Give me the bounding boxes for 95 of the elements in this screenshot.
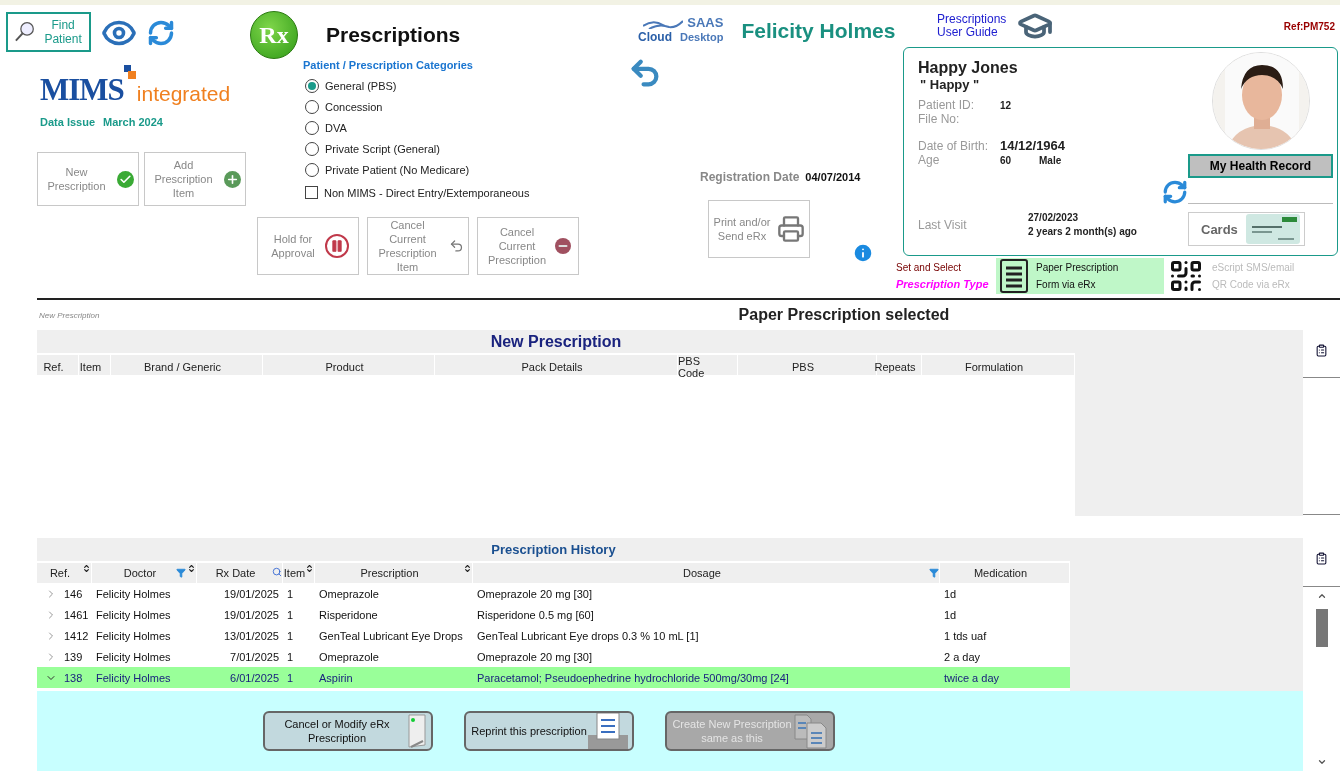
table-cell-text: Omeprazole 20 mg [30] [476,650,593,663]
patient-name: Happy Jones [918,59,1019,77]
table-cell-text: 6/01/2025 [229,671,280,684]
table-cell-text: twice a day [943,671,1001,684]
table-cell-text: Felicity Holmes [95,650,172,663]
table-cell-text: Felicity Holmes [95,587,172,600]
logo-text: integrated [136,82,231,106]
column-header: Pack Details [435,355,678,379]
registration-date: 04/07/2014 [805,171,861,183]
prompt-text: Set and Select [896,261,963,275]
print-button[interactable]: Print and/or Send eRx [708,200,810,258]
table-cell-text: 19/01/2025 [222,608,280,621]
data-issue-date: March 2024 [103,116,163,128]
table-cell-text: 1 [286,608,295,621]
page-title: Prescriptions [326,23,461,47]
field-label: Date of Birth: [918,139,990,153]
field-label: File No: [918,112,961,126]
table-cell-text: 19/01/2025 [222,587,280,600]
table-cell-text: 1 tds uaf [943,629,988,642]
prescription-type-option[interactable]: Paper Prescription Form via eRx [996,258,1164,294]
logo-text: Cloud [638,30,672,44]
rx-logo: Rx [250,11,298,59]
table-cell-text: 1 [286,587,295,600]
toolbar-button[interactable]: Cancel Current Prescription Item [367,217,469,275]
table-cell-text: Felicity Holmes [95,629,172,642]
table-cell-text: Risperidone [318,608,379,621]
categories-title: Patient / Prescription Categories [303,59,474,71]
table-cell-text: 1 [286,671,295,684]
logo-text: Desktop [680,31,724,43]
field-value: 12 [1000,100,1012,111]
table-cell-text: 1 [286,629,295,642]
table-row[interactable]: 138 Felicity Holmes 6/01/2025 1 Aspirin Paracetamol; Pseudoephedrine hydrochloride 500mg/30mg [24] twice a day [37,667,1070,688]
logo-text: SAAS [687,15,724,30]
table-cell-text: 1 [286,650,295,663]
toolbar-button[interactable]: Add Prescription Item [144,152,246,206]
radio-label: Private Patient (No Medicare) [325,163,470,176]
radio-label: DVA [325,121,347,134]
table-cell-text: 1d [943,608,958,621]
table-cell-text: 13/01/2025 [222,629,280,642]
column-header: Product [263,355,435,379]
field-value: 14/12/1964 [1000,138,1066,153]
section-label: New Prescription [39,310,101,320]
field-value: 60 [1000,155,1013,166]
toolbar-button[interactable]: Hold for Approval [257,217,359,275]
column-header: Brand / Generic [111,355,263,379]
table-cell: 138 [64,671,83,684]
table-cell-text: Felicity Holmes [95,608,172,621]
table-cell-text: Aspirin [318,671,354,684]
cards-button[interactable]: Cards [1188,212,1305,246]
column-header: Repeats [877,355,922,379]
field-label: Age [918,153,941,167]
radio-label: Private Script (General) [325,142,440,155]
table-cell-text: Omeprazole [318,587,380,600]
checkbox-label: Non MIMS - Direct Entry/Extemporaneous [324,186,530,199]
field-value: 27/02/2023 [1028,211,1080,225]
table-cell: 139 [64,650,83,663]
table-cell-text: Risperidone 0.5 mg [60] [476,608,595,621]
row-action-button[interactable]: Cancel or Modify eRx Prescription [263,711,433,751]
table-cell-text: GenTeal Lubricant Eye Drops [318,629,464,642]
field-value: 2 years 2 month(s) ago [1028,225,1137,239]
column-header: Ref. [37,355,79,379]
table-cell-text: Omeprazole 20 mg [30] [476,587,593,600]
patient-nickname: " Happy " [920,77,981,92]
doctor-name: Felicity Holmes [741,18,896,43]
field-label: Patient ID: [918,98,976,112]
row-action-button[interactable]: Reprint this prescription [464,711,634,751]
table-cell-text: Paracetamol; Pseudoephedrine hydrochloride 500mg/30mg [24] [476,671,790,684]
logo-text: MIMS [40,72,124,108]
table-cell: 1461 [64,608,89,621]
table-title: Prescription History [490,541,617,559]
table-cell-text: Felicity Holmes [95,671,172,684]
toolbar-button[interactable]: Cancel Current Prescription [477,217,579,275]
field-label: Last Visit [918,218,968,232]
table-title: New Prescription [489,331,623,352]
find-patient-button[interactable]: Find Patient [6,12,91,52]
toolbar-button[interactable]: New Prescription [37,152,139,206]
reference-code: Ref:PM752 [1283,20,1335,32]
radio-label: Concession [325,100,383,113]
table-cell-text: 7/01/2025 [229,650,280,663]
radio-label: General (PBS) [325,79,397,92]
table-cell: 1412 [64,629,89,642]
registration-label: Registration Date [700,170,800,184]
column-header: Item [79,355,111,379]
column-header: PBS Code [678,355,738,379]
table-cell: 146 [64,587,83,600]
table-cell-text: 1d [943,587,958,600]
prompt-text: Prescription Type [896,277,990,292]
user-guide-link[interactable]: Prescriptions User Guide [937,13,1017,39]
data-issue-label: Data Issue [40,116,96,128]
table-cell-text: GenTeal Lubricant Eye drops 0.3 % 10 mL [1] [476,629,700,642]
table-cell-text: 2 a day [943,650,982,663]
table-cell-text: Omeprazole [318,650,380,663]
field-value: Male [1039,155,1062,166]
status-text: Paper Prescription selected [737,306,951,324]
health-record-button[interactable]: My Health Record [1188,154,1333,178]
